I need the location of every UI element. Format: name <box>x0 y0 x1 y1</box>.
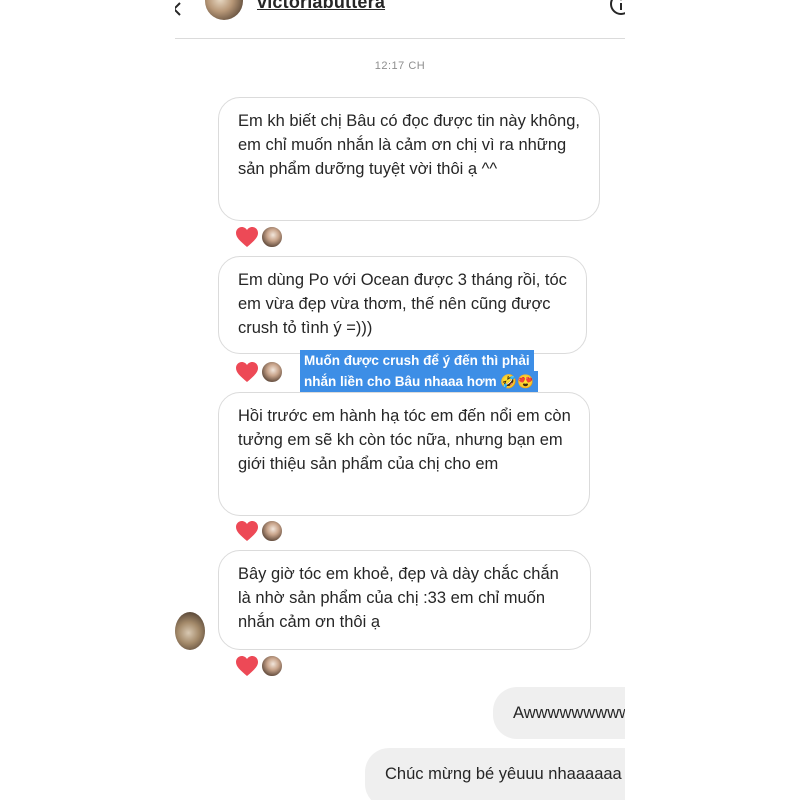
outgoing-message[interactable]: Chúc mừng bé yêuuu nhaaaaaa <box>365 748 625 800</box>
message-text: Bây giờ tóc em khoẻ, đẹp và dày chắc chắ… <box>238 565 559 631</box>
avatar[interactable] <box>205 0 243 20</box>
chat-header: victoriabuttera <box>175 0 625 39</box>
incoming-message[interactable]: Em kh biết chị Bâu có đọc được tin này k… <box>218 97 600 221</box>
outgoing-message[interactable]: Awwwwwwwwww <box>493 687 625 739</box>
sender-avatar[interactable] <box>175 612 205 650</box>
message-text: Chúc mừng bé yêuuu nhaaaaaa <box>385 765 622 783</box>
message-text: Hồi trước em hành hạ tóc em đến nổi em c… <box>238 407 571 473</box>
reactor-avatar <box>261 655 283 677</box>
incoming-message[interactable]: Bây giờ tóc em khoẻ, đẹp và dày chắc chắ… <box>218 550 591 650</box>
heart-icon <box>236 656 258 676</box>
message-text: Em kh biết chị Bâu có đọc được tin này k… <box>238 112 580 178</box>
chevron-left-icon[interactable] <box>175 2 185 16</box>
incoming-message[interactable]: Hồi trước em hành hạ tóc em đến nổi em c… <box>218 392 590 516</box>
chat-screen: victoriabuttera 12:17 CH Em kh biết chị … <box>175 0 625 800</box>
reactor-avatar <box>261 226 283 248</box>
message-text: Em dùng Po với Ocean được 3 tháng rồi, t… <box>238 271 567 337</box>
caption-line-1: Muốn được crush để ý đến thì phải <box>300 350 534 371</box>
heart-icon <box>236 362 258 382</box>
reactor-avatar <box>261 361 283 383</box>
reactor-avatar <box>261 520 283 542</box>
message-timestamp: 12:17 CH <box>374 60 426 72</box>
caption-line-2: nhắn liền cho Bâu nhaaa hơm 🤣😍 <box>300 371 538 392</box>
chat-username[interactable]: victoriabuttera <box>257 0 385 13</box>
message-text: Awwwwwwwwww <box>513 704 625 722</box>
heart-icon <box>236 227 258 247</box>
heart-icon <box>236 521 258 541</box>
incoming-message[interactable]: Em dùng Po với Ocean được 3 tháng rồi, t… <box>218 256 587 354</box>
info-icon[interactable] <box>609 0 625 16</box>
story-caption: Muốn được crush để ý đến thì phải nhắn l… <box>300 350 575 392</box>
